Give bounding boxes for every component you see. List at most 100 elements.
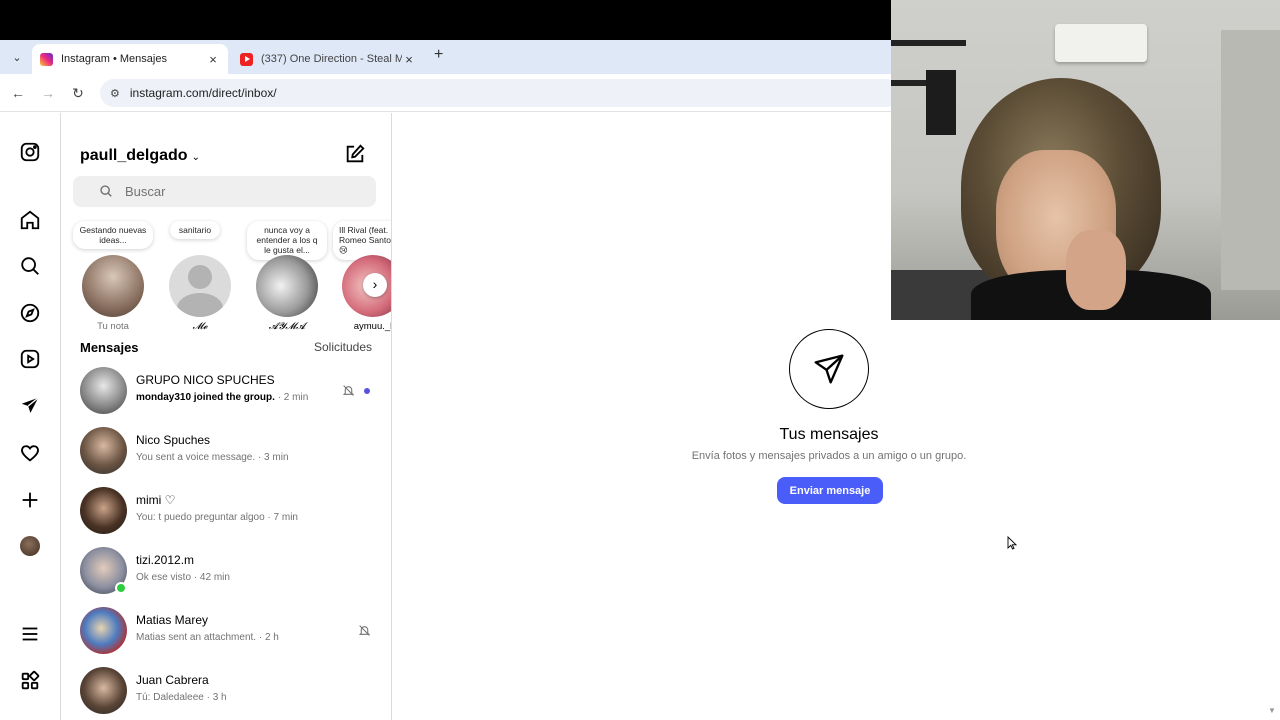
conversation-row[interactable]: GRUPO NICO SPUCHES monday310 joined the … (61, 361, 391, 421)
avatar (80, 607, 127, 654)
instagram-icon[interactable] (19, 141, 41, 163)
webcam-air-conditioner (1055, 24, 1147, 62)
preview-text: You sent a voice message. (136, 452, 256, 463)
avatar (256, 255, 318, 317)
tab-close-icon[interactable]: × (206, 52, 220, 67)
conversation-name: mimi ♡ (136, 493, 176, 507)
conversation-name: GRUPO NICO SPUCHES (136, 373, 275, 387)
send-message-button[interactable]: Enviar mensaje (777, 477, 883, 504)
avatar (82, 255, 144, 317)
note-bubble: nunca voy a entender a los q le gusta el… (247, 221, 327, 260)
scroll-down-arrow-icon[interactable]: ▼ (1268, 706, 1276, 715)
conversation-preview: You: t puedo preguntar algoo · 7 min (136, 512, 298, 523)
preview-text: Matias sent an attachment. (136, 632, 257, 643)
tab-search-chevron-icon[interactable]: ⌄ (6, 48, 28, 66)
preview-time: · 2 h (258, 632, 279, 643)
address-bar[interactable]: ⚙ instagram.com/direct/inbox/ (100, 79, 900, 107)
webcam-bracket (926, 70, 956, 135)
conversation-preview: You sent a voice message. · 3 min (136, 452, 289, 463)
avatar (80, 427, 127, 474)
avatar (80, 367, 127, 414)
webcam-overlay (891, 0, 1280, 320)
conversation-preview: Tú: Daledaleee · 3 h (136, 692, 227, 703)
instagram-nav-rail (0, 113, 61, 720)
heart-icon[interactable] (19, 442, 41, 464)
note-bubble: Ill Rival (feat. Romeo Santos 😢 (333, 221, 391, 260)
conversation-row[interactable]: Matias Marey Matias sent an attachment. … (61, 601, 391, 661)
webcam-shelf (891, 40, 966, 46)
conversation-row[interactable]: mimi ♡ You: t puedo preguntar algoo · 7 … (61, 481, 391, 541)
new-message-icon[interactable] (344, 143, 366, 165)
requests-link[interactable]: Solicitudes (314, 340, 372, 354)
conversation-row[interactable]: Juan Cabrera Tú: Daledaleee · 3 h (61, 661, 391, 720)
messages-header: Mensajes (80, 340, 139, 355)
conversation-name: Matias Marey (136, 613, 209, 627)
conversation-name: tizi.2012.m (136, 553, 195, 567)
note-bubble: sanitario (170, 221, 220, 240)
conversation-name: Juan Cabrera (136, 673, 209, 687)
preview-text: Tú: Daledaleee (136, 692, 204, 703)
conversation-row[interactable]: Nico Spuches You sent a voice message. ·… (61, 421, 391, 481)
preview-text: Ok ese visto (136, 572, 192, 583)
conversation-name: Nico Spuches (136, 433, 211, 447)
conversation-row[interactable]: tizi.2012.m Ok ese visto · 42 min (61, 541, 391, 601)
default-avatar-icon (169, 255, 231, 317)
search-placeholder: Buscar (125, 184, 166, 199)
site-info-icon[interactable]: ⚙ (110, 87, 120, 100)
search-icon[interactable] (19, 255, 41, 277)
instagram-favicon-icon (40, 52, 53, 66)
muted-bell-icon (358, 625, 371, 636)
note-name: aymuu._l (353, 321, 392, 332)
browser-toolbar: ← → ↻ ⚙ instagram.com/direct/inbox/ (0, 74, 900, 112)
conversation-preview: Ok ese visto · 42 min (136, 572, 230, 583)
home-icon[interactable] (19, 209, 41, 231)
note-bubble: Gestando nuevas ideas... (73, 221, 153, 250)
explore-icon[interactable] (19, 302, 41, 324)
note-name: 𝓜𝓮 (192, 321, 208, 332)
preview-text: You: t puedo preguntar algoo (136, 512, 265, 523)
note-name: Tu nota (97, 321, 129, 332)
create-icon[interactable] (19, 489, 41, 511)
empty-state-subtitle: Envía fotos y mensajes privados a un ami… (691, 450, 967, 462)
empty-state-title: Tus mensajes (779, 426, 879, 443)
webcam-door (1221, 30, 1280, 290)
username: paull_delgado (80, 147, 188, 164)
avatar (80, 487, 127, 534)
tab-youtube[interactable]: (337) One Direction - Steal My × (232, 44, 424, 74)
preview-text: monday310 joined the group. (136, 392, 275, 403)
back-arrow-icon[interactable]: ← (8, 83, 28, 103)
screen-top-bar (0, 0, 891, 40)
reload-icon[interactable]: ↻ (68, 83, 88, 103)
youtube-favicon-icon (240, 52, 253, 66)
note-name: 𝓐𝓨𝓜𝓐 (268, 321, 306, 332)
preview-time: · 7 min (267, 512, 298, 523)
search-input[interactable]: Buscar (73, 176, 376, 207)
menu-icon[interactable] (19, 623, 41, 645)
preview-time: · 42 min (193, 572, 230, 583)
inbox-panel: paull_delgado ⌄ Buscar Gestando nuevas id… (61, 113, 392, 720)
account-switcher[interactable]: paull_delgado ⌄ (80, 147, 200, 165)
conversation-preview: Matias sent an attachment. · 2 h (136, 632, 279, 643)
tab-title: Instagram • Mensajes (61, 53, 167, 65)
profile-avatar[interactable] (19, 535, 41, 557)
conversation-preview: monday310 joined the group. · 2 min (136, 392, 308, 403)
messages-icon[interactable] (19, 395, 41, 417)
unread-dot (364, 388, 370, 394)
url-text: instagram.com/direct/inbox/ (129, 86, 277, 100)
also-from-meta-icon[interactable] (19, 670, 41, 692)
reels-icon[interactable] (19, 348, 41, 370)
tab-title: (337) One Direction - Steal My (261, 53, 402, 65)
forward-arrow-icon[interactable]: → (38, 83, 58, 103)
preview-time: · 3 min (257, 452, 289, 463)
chevron-right-icon[interactable]: › (363, 273, 387, 297)
preview-time: · 3 h (206, 692, 227, 703)
tab-close-icon[interactable]: × (402, 52, 416, 67)
preview-time: · 2 min (277, 392, 309, 403)
chevron-down-icon: ⌄ (191, 152, 200, 163)
online-indicator (115, 582, 127, 594)
avatar (80, 667, 127, 714)
tab-instagram[interactable]: Instagram • Mensajes × (32, 44, 228, 74)
new-tab-button[interactable]: + (434, 46, 443, 64)
notes-tray: Gestando nuevas ideas... Tu nota sanitar… (61, 221, 392, 332)
webcam-person-hand (1066, 230, 1126, 310)
